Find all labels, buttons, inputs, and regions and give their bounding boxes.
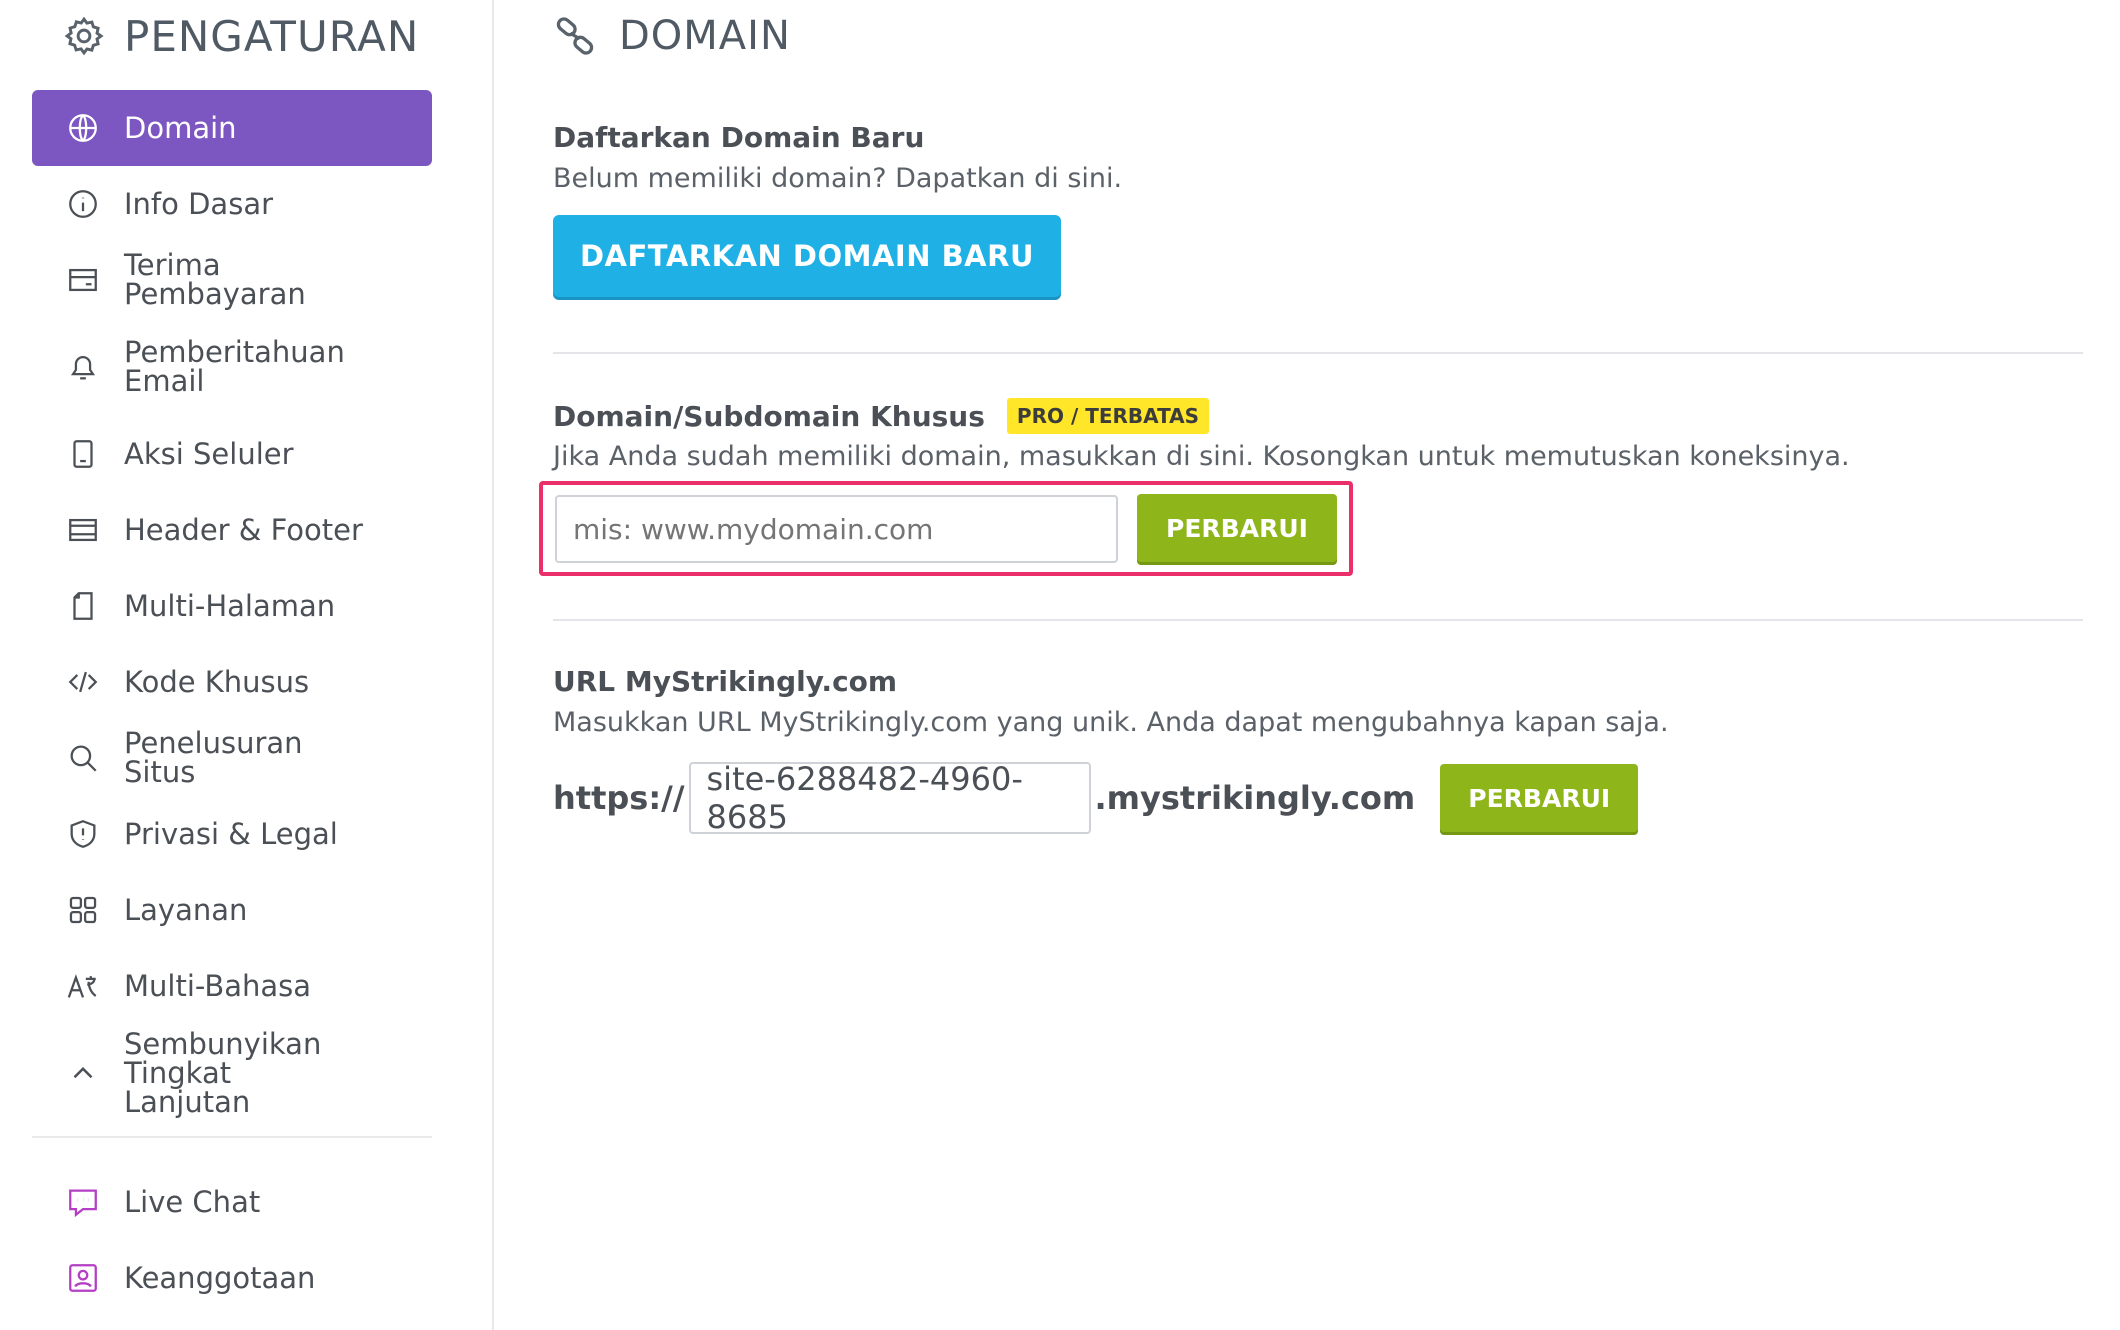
- update-url-button[interactable]: PERBARUI: [1440, 764, 1639, 832]
- sidebar-item-label: Domain: [124, 110, 237, 145]
- settings-sidebar: PENGATURAN Domain Info Dasar Terima Pemb…: [0, 0, 494, 1330]
- sidebar-item-info-dasar[interactable]: Info Dasar: [32, 166, 432, 242]
- url-title: URL MyStrikingly.com: [553, 665, 898, 698]
- url-row: https:// site-6288482-4960-8685 .mystrik…: [553, 760, 1639, 836]
- translate-icon: [66, 969, 100, 1003]
- url-suffix: .mystrikingly.com: [1094, 779, 1416, 817]
- sidebar-item-label: Live Chat: [124, 1184, 261, 1219]
- shield-icon: [66, 817, 100, 851]
- sidebar-item-layanan[interactable]: Layanan: [32, 872, 432, 948]
- register-domain-desc: Belum memiliki domain? Dapatkan di sini.: [553, 163, 1123, 194]
- sidebar-item-label: Pemberitahuan Email: [124, 335, 345, 398]
- search-icon: [66, 741, 100, 775]
- code-icon: [66, 665, 100, 699]
- sidebar-item-label: Layanan: [124, 892, 248, 927]
- sidebar-item-label: Privasi & Legal: [124, 816, 338, 851]
- sidebar-item-aksi-seluler[interactable]: Aksi Seluler: [32, 416, 432, 492]
- sidebar-item-label: Terima Pembayaran: [124, 248, 306, 311]
- page-header: DOMAIN: [553, 6, 791, 66]
- sidebar-item-domain[interactable]: Domain: [32, 90, 432, 166]
- sidebar-item-pemberitahuan-email[interactable]: Pemberitahuan Email: [32, 318, 432, 416]
- url-desc: Masukkan URL MyStrikingly.com yang unik.…: [553, 707, 1669, 738]
- sidebar-item-label: Kode Khusus: [124, 664, 310, 699]
- grid-icon: [66, 893, 100, 927]
- sidebar-item-label: Multi-Halaman: [124, 588, 336, 623]
- sidebar-item-privasi-legal[interactable]: Privasi & Legal: [32, 796, 432, 872]
- custom-domain-input[interactable]: [555, 495, 1118, 563]
- sidebar-item-label: Info Dasar: [124, 186, 274, 221]
- sidebar-item-label: Keanggotaan: [124, 1260, 316, 1295]
- sidebar-item-sembunyikan-lanjutan[interactable]: Sembunyikan Tingkat Lanjutan: [32, 1024, 432, 1122]
- subdomain-input[interactable]: site-6288482-4960-8685: [688, 760, 1091, 836]
- payment-card-icon: [66, 263, 100, 297]
- sidebar-item-header-footer[interactable]: Header & Footer: [32, 492, 432, 568]
- sidebar-item-label: Aksi Seluler: [124, 436, 294, 471]
- section-divider: [553, 352, 2083, 354]
- sidebar-item-label: Penelusuran Situs: [124, 726, 303, 789]
- sidebar-header: PENGATURAN: [62, 6, 419, 66]
- sidebar-item-kode-khusus[interactable]: Kode Khusus: [32, 644, 432, 720]
- sidebar-item-penelusuran-situs[interactable]: Penelusuran Situs: [32, 720, 432, 796]
- sidebar-item-terima-pembayaran[interactable]: Terima Pembayaran: [32, 242, 432, 318]
- custom-domain-desc: Jika Anda sudah memiliki domain, masukka…: [553, 441, 1850, 472]
- pro-badge: PRO / TERBATAS: [1006, 398, 1210, 434]
- header-footer-icon: [66, 513, 100, 547]
- sidebar-item-keanggotaan[interactable]: Keanggotaan: [32, 1240, 432, 1316]
- mobile-icon: [66, 437, 100, 471]
- custom-domain-header: Domain/Subdomain Khusus PRO / TERBATAS: [553, 398, 1210, 434]
- sidebar-item-label: Header & Footer: [124, 512, 363, 547]
- section-divider: [553, 619, 2083, 621]
- register-domain-title: Daftarkan Domain Baru: [553, 121, 925, 154]
- update-custom-domain-button[interactable]: PERBARUI: [1137, 494, 1337, 562]
- sidebar-item-live-chat[interactable]: Live Chat: [32, 1164, 432, 1240]
- membership-icon: [66, 1261, 100, 1295]
- globe-icon: [66, 111, 100, 145]
- sidebar-item-label: Sembunyikan Tingkat Lanjutan: [124, 1026, 322, 1119]
- info-icon: [66, 187, 100, 221]
- link-icon: [553, 14, 597, 58]
- url-prefix: https://: [553, 779, 685, 817]
- bell-icon: [66, 350, 100, 384]
- register-domain-button[interactable]: DAFTARKAN DOMAIN BARU: [553, 215, 1061, 297]
- sidebar-title: PENGATURAN: [124, 11, 420, 61]
- sidebar-item-multi-bahasa[interactable]: Multi-Bahasa: [32, 948, 432, 1024]
- sidebar-item-multi-halaman[interactable]: Multi-Halaman: [32, 568, 432, 644]
- gear-icon: [62, 14, 106, 58]
- page-icon: [66, 589, 100, 623]
- custom-domain-title: Domain/Subdomain Khusus: [553, 399, 985, 433]
- page-title: DOMAIN: [619, 13, 791, 59]
- chevron-up-icon: [66, 1056, 100, 1090]
- sidebar-item-label: Multi-Bahasa: [124, 968, 312, 1003]
- sidebar-divider: [32, 1136, 432, 1138]
- chat-icon: [66, 1185, 100, 1219]
- settings-nav: Domain Info Dasar Terima Pembayaran Pemb…: [32, 90, 432, 1316]
